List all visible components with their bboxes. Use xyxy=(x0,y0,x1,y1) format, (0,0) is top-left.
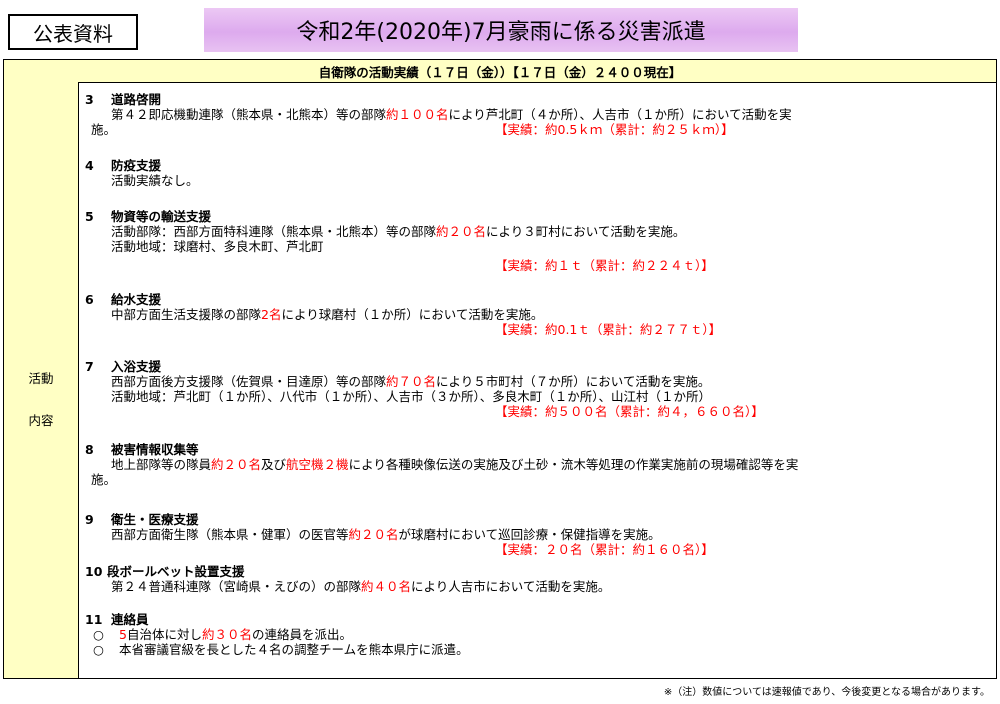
section-text: 活動部隊：西部方面特科連隊（熊本県・北熊本）等の部隊約２０名により３町村において… xyxy=(85,224,986,239)
bullet-circle-icon: ○ xyxy=(93,642,104,657)
section-medical: 9 衛生・医療支援 西部方面衛生隊（熊本県・健軍）の医官等約２０名が球磨村において… xyxy=(85,512,986,557)
section-title: 段ボールベット設置支援 xyxy=(107,564,245,579)
section-text: 活動実績なし。 xyxy=(111,173,199,188)
left-label-column: 活動 内容 xyxy=(4,82,79,678)
text-span: により各種映像伝送の実施及び土砂・流木等処理の作業実施前の現場確認等を実 xyxy=(348,457,799,472)
section-heading: 8 被害情報収集等 xyxy=(85,442,986,457)
text-span: 本省審議官級を長とした４名の調整チームを熊本県庁に派遣。 xyxy=(119,642,469,657)
highlight-count: 2名 xyxy=(261,307,282,322)
section-heading: 9 衛生・医療支援 xyxy=(85,512,986,527)
section-disease-prevention: 4 防疫支援 活動実績なし。 xyxy=(85,158,986,188)
text-span: により球磨村（１か所）において活動を実施。 xyxy=(281,307,544,322)
highlight-aircraft: 航空機２機 xyxy=(286,457,349,472)
section-title: 物資等の輸送支援 xyxy=(111,209,212,224)
section-title: 衛生・医療支援 xyxy=(111,512,199,527)
bullet-item: ○ 本省審議官級を長とした４名の調整チームを熊本県庁に派遣。 xyxy=(85,642,986,657)
section-number: 4 xyxy=(85,158,94,173)
result-line: 【実績：約１ｔ（累計：約２２４ｔ）】 xyxy=(495,258,714,273)
section-heading: 10 段ボールベット設置支援 xyxy=(85,564,986,579)
text-span: 西部方面衛生隊（熊本県・健軍）の医官等 xyxy=(111,527,349,542)
section-damage-info: 8 被害情報収集等 地上部隊等の隊員約２０名及び航空機２機により各種映像伝送の実施… xyxy=(85,442,986,487)
highlight-count: 約２０名 xyxy=(211,457,262,472)
highlight-count: 約２０名 xyxy=(348,527,399,542)
section-text: 西部方面後方支援隊（佐賀県・目達原）等の部隊約７０名により５市町村（７か所）にお… xyxy=(85,374,986,389)
section-title: 入浴支援 xyxy=(111,359,162,374)
activity-content: 3 道路啓開 第４２即応機動連隊（熊本県・北熊本）等の部隊約１００名により芦北町（… xyxy=(79,82,996,678)
section-text: 活動地域：芦北町（１か所）、八代市（１か所）、人吉市（３か所）、多良木町（１か所… xyxy=(111,389,712,404)
left-label-activity: 活動 xyxy=(28,371,54,386)
text-span: により３町村において活動を実施。 xyxy=(486,224,686,239)
result-line: 【実績：約0.1ｔ（累計：約２７７ｔ）】 xyxy=(495,322,722,337)
public-document-badge: 公表資料 xyxy=(8,14,138,50)
highlight-count: 約７０名 xyxy=(386,374,437,389)
section-number: 11 xyxy=(85,612,103,627)
section-heading: 6 給水支援 xyxy=(85,292,986,307)
section-number: 8 xyxy=(85,442,94,457)
section-title: 道路啓開 xyxy=(111,92,162,107)
text-span: 及び xyxy=(261,457,287,472)
section-text: 第２４普通科連隊（宮崎県・えびの）の部隊約４０名により人吉市において活動を実施。 xyxy=(85,579,986,594)
section-title: 被害情報収集等 xyxy=(111,442,199,457)
section-number: 9 xyxy=(85,512,94,527)
section-number: 3 xyxy=(85,92,94,107)
page-title: 令和2年(2020年)7月豪雨に係る災害派遣 xyxy=(204,8,798,52)
section-number: 10 xyxy=(85,564,103,579)
bullet-item: ○ 5自治体に対し約３０名の連絡員を派出。 xyxy=(85,627,986,642)
section-heading: 7 入浴支援 xyxy=(85,359,986,374)
section-text: 第４２即応機動連隊（熊本県・北熊本）等の部隊約１００名により芦北町（４か所）、人… xyxy=(85,107,986,122)
section-title: 給水支援 xyxy=(111,292,162,307)
section-number: 6 xyxy=(85,292,94,307)
section-road-clearing: 3 道路啓開 第４２即応機動連隊（熊本県・北熊本）等の部隊約１００名により芦北町（… xyxy=(85,92,986,137)
text-span: の連絡員を派出。 xyxy=(251,627,352,642)
section-text: 活動地域：球磨村、多良木町、芦北町 xyxy=(111,239,324,254)
highlight-count: 約１００名 xyxy=(386,107,449,122)
section-liaison: 11 連絡員 ○ 5自治体に対し約３０名の連絡員を派出。 ○ 本省審議官級を長とした４… xyxy=(85,612,986,657)
section-supply-transport: 5 物資等の輸送支援 活動部隊：西部方面特科連隊（熊本県・北熊本）等の部隊約２０名… xyxy=(85,209,986,273)
text-span: 自治体に対し xyxy=(126,627,202,642)
section-heading: 4 防疫支援 xyxy=(85,158,986,173)
result-line: 【実績：約0.5ｋｍ（累計：約２５ｋｍ）】 xyxy=(495,122,734,137)
section-text: 西部方面衛生隊（熊本県・健軍）の医官等約２０名が球磨村において巡回診療・保健指導… xyxy=(85,527,986,542)
text-span: 地上部隊等の隊員 xyxy=(111,457,212,472)
section-heading: 11 連絡員 xyxy=(85,612,986,627)
activity-table: 自衛隊の活動実績（１７日（金））【１７日（金）２４００現在】 活動 内容 3 道路… xyxy=(3,59,997,679)
section-cardboard-beds: 10 段ボールベット設置支援 第２４普通科連隊（宮崎県・えびの）の部隊約４０名によ… xyxy=(85,564,986,594)
bullet-circle-icon: ○ xyxy=(93,627,104,642)
section-heading: 5 物資等の輸送支援 xyxy=(85,209,986,224)
text-span: により芦北町（４か所）、人吉市（１か所）において活動を実 xyxy=(448,107,792,122)
left-label-content: 内容 xyxy=(28,413,54,428)
text-span: 第２４普通科連隊（宮崎県・えびの）の部隊 xyxy=(111,579,362,594)
text-span: により人吉市において活動を実施。 xyxy=(411,579,611,594)
text-span: 西部方面後方支援隊（佐賀県・目達原）等の部隊 xyxy=(111,374,387,389)
text-span: 第４２即応機動連隊（熊本県・北熊本）等の部隊 xyxy=(111,107,387,122)
result-line: 【実績：約５００名（累計：約４，６６０名）】 xyxy=(495,404,764,419)
table-header: 自衛隊の活動実績（１７日（金））【１７日（金）２４００現在】 xyxy=(4,60,996,83)
highlight-count: 5 xyxy=(119,627,127,642)
highlight-count: 約２０名 xyxy=(436,224,487,239)
footnote: ※（注）数値については速報値であり、今後変更となる場合があります。 xyxy=(663,687,990,698)
section-number: 7 xyxy=(85,359,94,374)
result-line: 【実績：２０名（累計：約１６０名）】 xyxy=(495,542,714,557)
text-span: が球磨村において巡回診療・保健指導を実施。 xyxy=(398,527,661,542)
text-span: により５市町村（７か所）において活動を実施。 xyxy=(436,374,711,389)
section-water-supply: 6 給水支援 中部方面生活支援隊の部隊2名により球磨村（１か所）において活動を実施… xyxy=(85,292,986,337)
section-heading: 3 道路啓開 xyxy=(85,92,986,107)
text-span: 活動部隊：西部方面特科連隊（熊本県・北熊本）等の部隊 xyxy=(111,224,437,239)
section-text: 中部方面生活支援隊の部隊2名により球磨村（１か所）において活動を実施。 xyxy=(85,307,986,322)
highlight-count: 約３０名 xyxy=(201,627,252,642)
section-title: 連絡員 xyxy=(111,612,149,627)
highlight-count: 約４０名 xyxy=(361,579,412,594)
section-number: 5 xyxy=(85,209,94,224)
section-bathing: 7 入浴支援 西部方面後方支援隊（佐賀県・目達原）等の部隊約７０名により５市町村（… xyxy=(85,359,986,419)
text-span: 中部方面生活支援隊の部隊 xyxy=(111,307,262,322)
section-text: 施。 xyxy=(91,472,117,487)
section-title: 防疫支援 xyxy=(111,158,162,173)
section-text: 地上部隊等の隊員約２０名及び航空機２機により各種映像伝送の実施及び土砂・流木等処… xyxy=(85,457,986,472)
